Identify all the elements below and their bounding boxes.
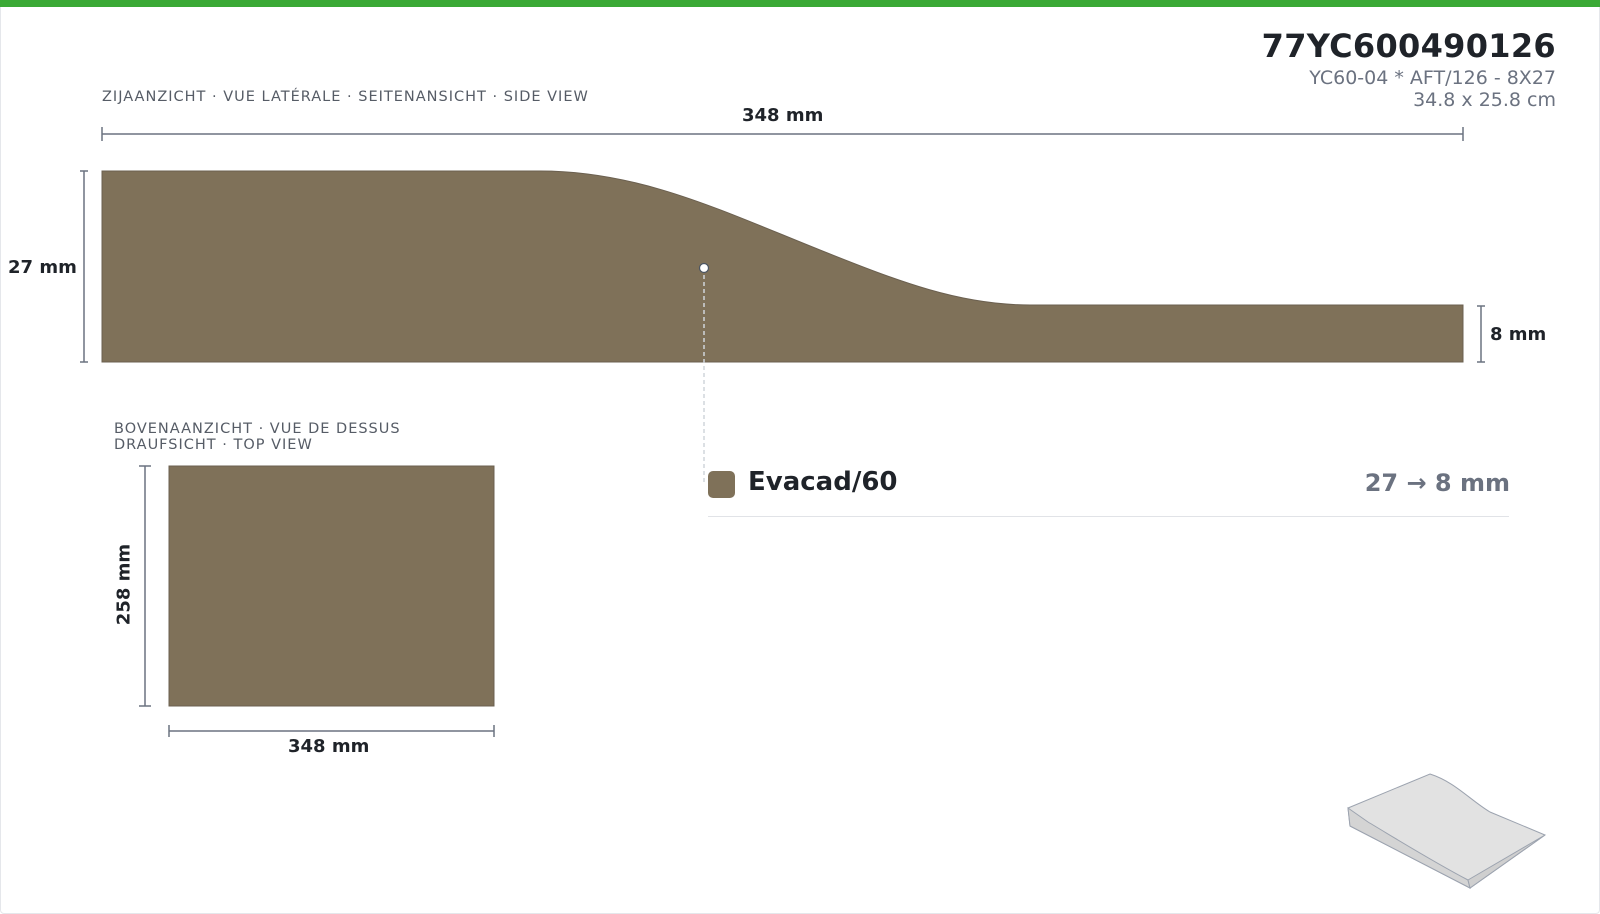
top-view-label: BOVENAANZICHT · VUE DE DESSUS DRAUFSICHT… <box>114 421 401 453</box>
top-view-label-line1: BOVENAANZICHT · VUE DE DESSUS <box>114 421 401 437</box>
material-thickness-range: 27 → 8 mm <box>1364 469 1510 497</box>
side-height-end-label: 8 mm <box>1490 324 1547 345</box>
material-swatch <box>708 471 735 498</box>
side-height-start-label: 27 mm <box>8 257 77 278</box>
material-divider <box>708 516 1509 517</box>
side-height-end-dimension-line <box>1477 305 1485 363</box>
technical-drawing <box>80 127 1547 889</box>
top-height-dimension-line <box>139 465 151 707</box>
top-width-label: 348 mm <box>288 736 370 757</box>
material-leader-dot <box>698 262 710 274</box>
top-view-label-line2: DRAUFSICHT · TOP VIEW <box>114 437 313 453</box>
side-profile-shape <box>101 170 1464 363</box>
top-view-shape <box>168 465 495 707</box>
isometric-wedge-icon <box>1347 773 1547 889</box>
side-width-dimension-line <box>101 127 1464 141</box>
material-name: Evacad/60 <box>748 467 898 497</box>
top-height-label: 258 mm <box>113 543 135 626</box>
side-height-start-dimension-line <box>80 170 88 363</box>
side-width-label: 348 mm <box>742 105 824 126</box>
